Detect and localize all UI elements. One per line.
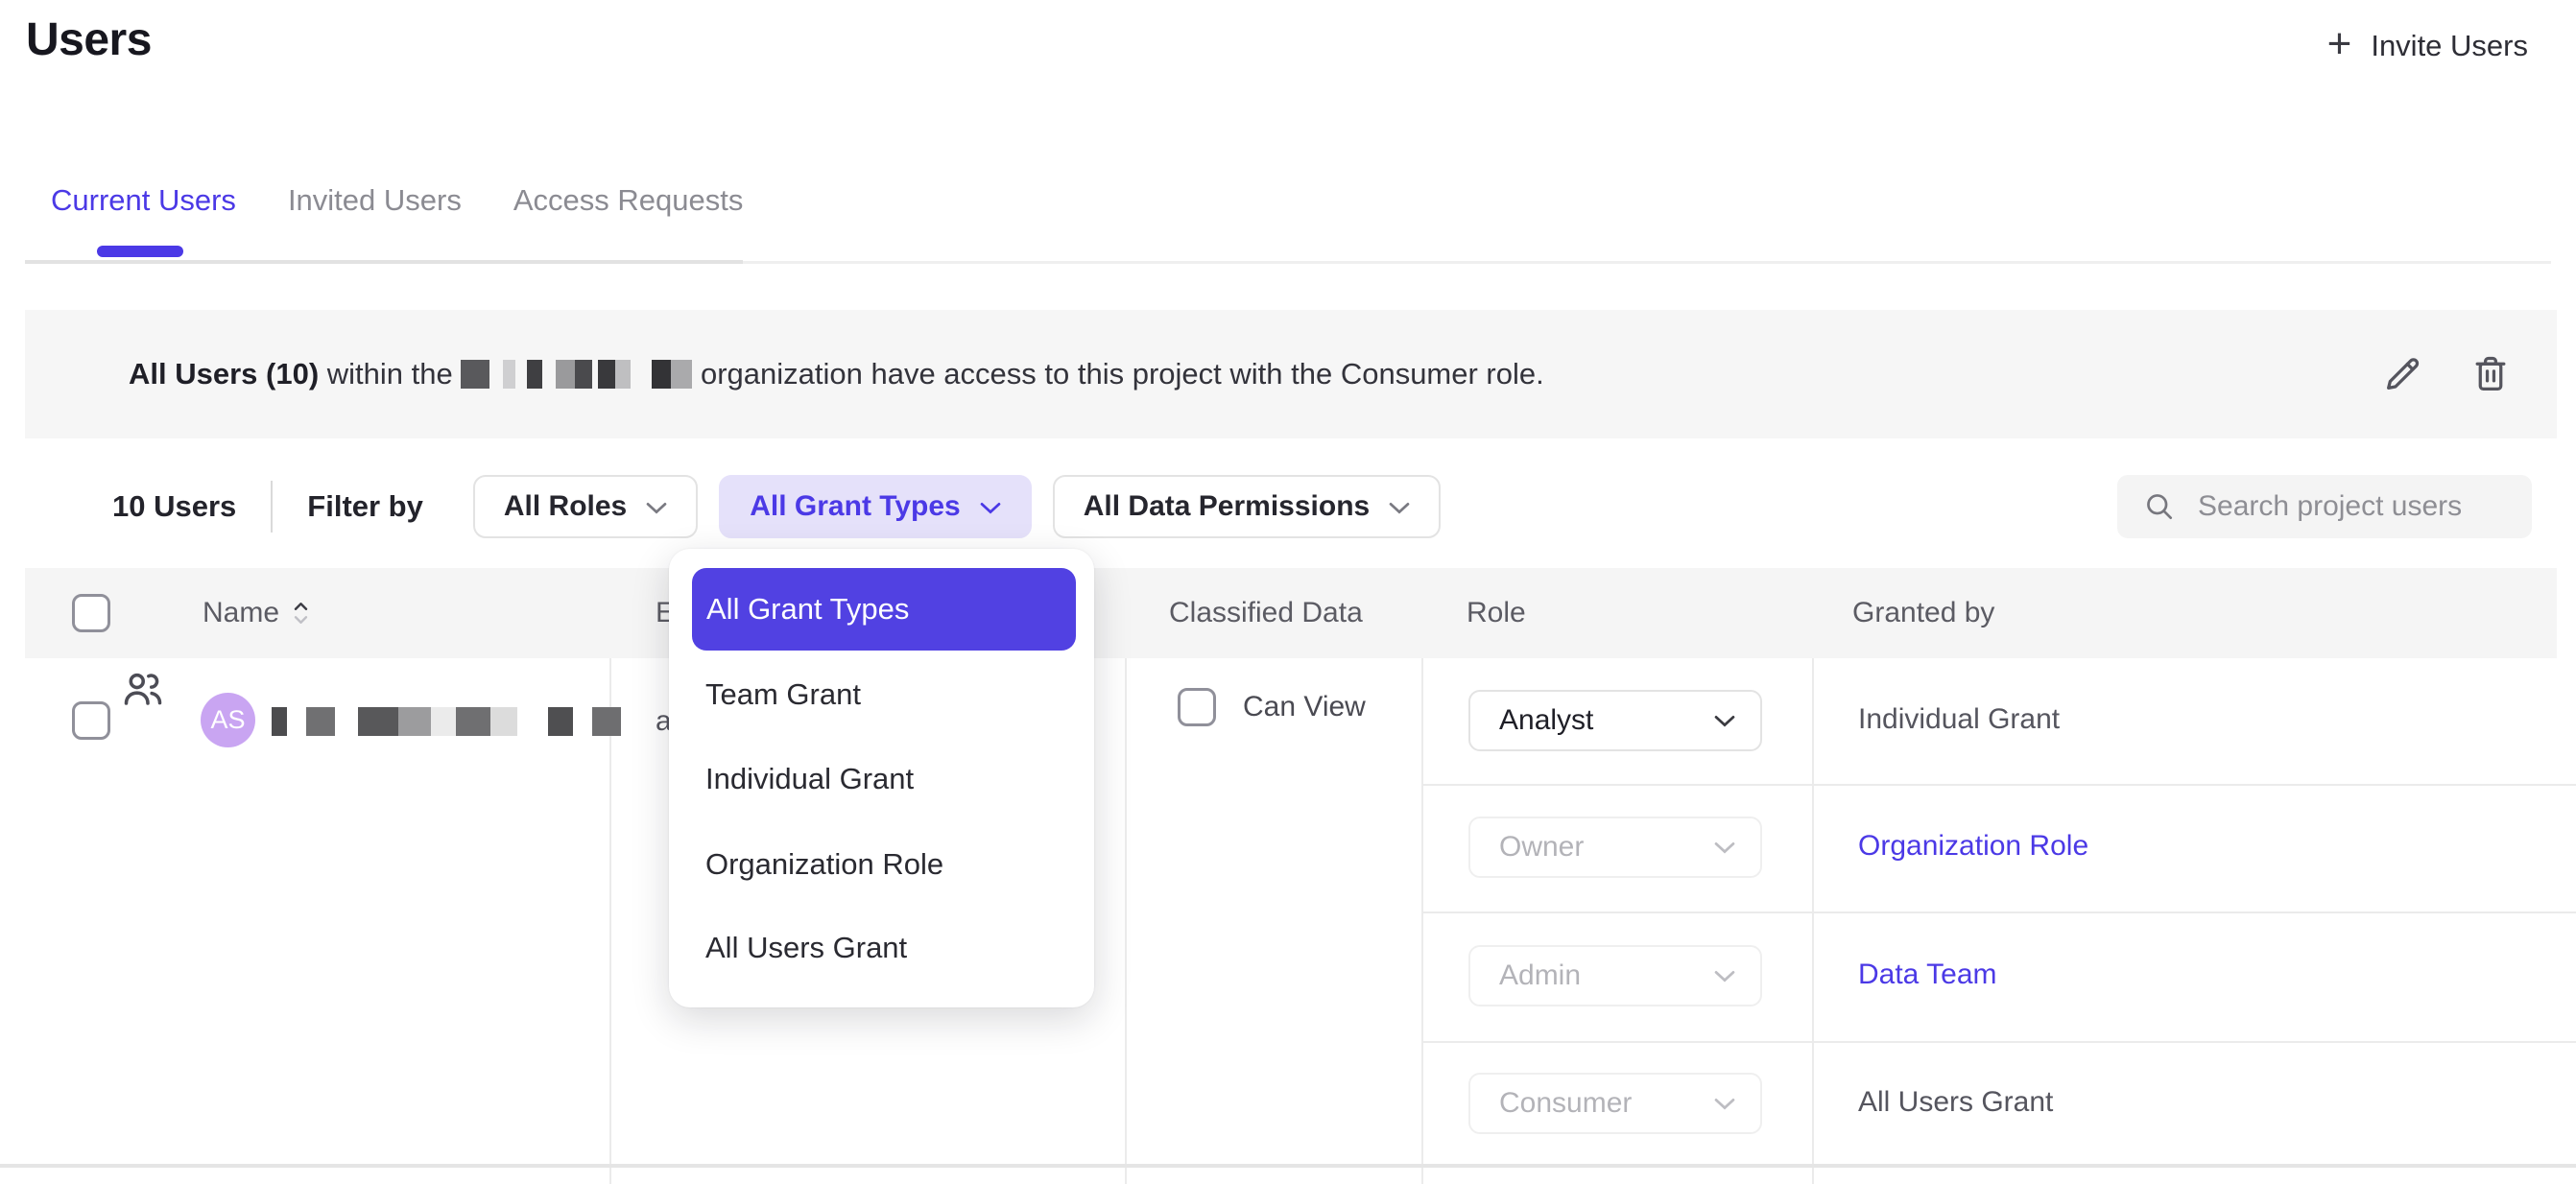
tab-access-requests[interactable]: Access Requests	[513, 183, 744, 218]
role-select-value: Analyst	[1499, 704, 1593, 737]
search-input[interactable]	[2198, 490, 2505, 523]
chevron-down-icon	[646, 502, 667, 514]
role-select-value: Consumer	[1499, 1087, 1632, 1120]
column-header-name[interactable]: Name	[203, 568, 309, 658]
dropdown-item-individual-grant[interactable]: Individual Grant	[705, 762, 914, 796]
can-view-label: Can View	[1243, 691, 1366, 723]
dropdown-item-all-users-grant[interactable]: All Users Grant	[705, 931, 907, 965]
column-header-role: Role	[1467, 568, 1526, 658]
banner-post-text: organization have access to this project…	[692, 357, 1543, 391]
tab-bar: Current Users Invited Users Access Reque…	[51, 183, 743, 218]
filter-divider	[271, 481, 273, 533]
banner-bold-text: All Users (10)	[129, 357, 319, 391]
all-users-banner: All Users (10) within the organization h…	[25, 310, 2557, 438]
dropdown-item-all-grant-types[interactable]: All Grant Types	[692, 568, 1076, 651]
can-view-checkbox[interactable]	[1178, 688, 1216, 726]
tabbar-divider-dark	[25, 260, 743, 264]
grant-row-divider	[1421, 912, 2576, 913]
page-title: Users	[26, 13, 152, 66]
granted-by-header-label: Granted by	[1852, 597, 1994, 629]
filter-all-grant-types-label: All Grant Types	[750, 490, 961, 523]
tab-invited-users[interactable]: Invited Users	[288, 183, 462, 218]
filter-all-roles[interactable]: All Roles	[473, 475, 698, 538]
filter-all-data-permissions[interactable]: All Data Permissions	[1053, 475, 1441, 538]
sort-icon[interactable]	[293, 598, 309, 628]
granted-by-organization-role-link[interactable]: Organization Role	[1858, 830, 2088, 863]
name-header-label: Name	[203, 597, 279, 629]
filter-all-roles-label: All Roles	[504, 490, 627, 523]
role-select-owner[interactable]: Owner	[1468, 817, 1762, 878]
banner-text: All Users (10) within the organization h…	[129, 357, 1544, 391]
grant-type-dropdown-menu: All Grant Types Team Grant Individual Gr…	[669, 549, 1094, 1007]
edit-pencil-icon[interactable]	[2380, 352, 2424, 396]
banner-pre-text: within the	[319, 357, 461, 391]
dropdown-item-organization-role[interactable]: Organization Role	[705, 847, 943, 882]
column-divider	[1421, 658, 1423, 1184]
redacted-organization-name	[461, 358, 692, 391]
role-header-label: Role	[1467, 597, 1526, 629]
plus-icon: +	[2327, 23, 2352, 65]
tab-current-users[interactable]: Current Users	[51, 183, 236, 218]
classified-data-cell: Can View	[1178, 688, 1366, 726]
chevron-down-icon	[980, 502, 1001, 514]
granted-by-individual-grant: Individual Grant	[1858, 703, 2060, 736]
active-tab-indicator	[97, 246, 183, 257]
role-select-value: Owner	[1499, 831, 1584, 864]
row-checkbox[interactable]	[72, 701, 110, 740]
column-divider	[1125, 658, 1127, 1184]
role-select-analyst[interactable]: Analyst	[1468, 690, 1762, 751]
delete-trash-icon[interactable]	[2469, 352, 2513, 396]
grant-row-divider	[1421, 1041, 2576, 1043]
chevron-down-icon	[1714, 970, 1735, 983]
avatar: AS	[201, 693, 255, 747]
column-header-classified-data: Classified Data	[1169, 568, 1363, 658]
chevron-down-icon	[1389, 502, 1410, 514]
avatar-initials: AS	[210, 705, 245, 735]
users-count: 10 Users	[112, 489, 236, 524]
column-divider	[1812, 658, 1814, 1184]
user-row-divider	[0, 1164, 2576, 1168]
granted-by-all-users-grant: All Users Grant	[1858, 1086, 2053, 1119]
invite-users-button[interactable]: + Invite Users	[2327, 27, 2528, 65]
role-select-value: Admin	[1499, 959, 1581, 992]
classified-header-label: Classified Data	[1169, 597, 1363, 629]
chevron-down-icon	[1714, 841, 1735, 854]
filter-by-label: Filter by	[307, 489, 423, 524]
granted-by-data-team-link[interactable]: Data Team	[1858, 959, 1997, 991]
filter-all-grant-types[interactable]: All Grant Types	[719, 475, 1032, 538]
select-all-checkbox[interactable]	[72, 594, 110, 632]
redacted-user-name	[272, 705, 621, 738]
filter-all-data-permissions-label: All Data Permissions	[1084, 490, 1370, 523]
dropdown-item-team-grant[interactable]: Team Grant	[705, 677, 861, 712]
table-header: Name Email Classified Data Role Granted …	[25, 568, 2557, 658]
grant-row-divider	[1421, 784, 2576, 786]
invite-users-label: Invite Users	[2371, 29, 2528, 63]
chevron-down-icon	[1714, 1098, 1735, 1110]
role-select-admin[interactable]: Admin	[1468, 945, 1762, 1006]
search-icon	[2142, 489, 2177, 524]
column-header-granted-by: Granted by	[1852, 568, 1994, 658]
chevron-down-icon	[1714, 715, 1735, 727]
users-group-icon	[119, 665, 167, 713]
filter-bar: 10 Users Filter by All Roles All Grant T…	[25, 474, 2532, 539]
role-select-consumer[interactable]: Consumer	[1468, 1073, 1762, 1134]
search-box[interactable]	[2117, 475, 2532, 538]
